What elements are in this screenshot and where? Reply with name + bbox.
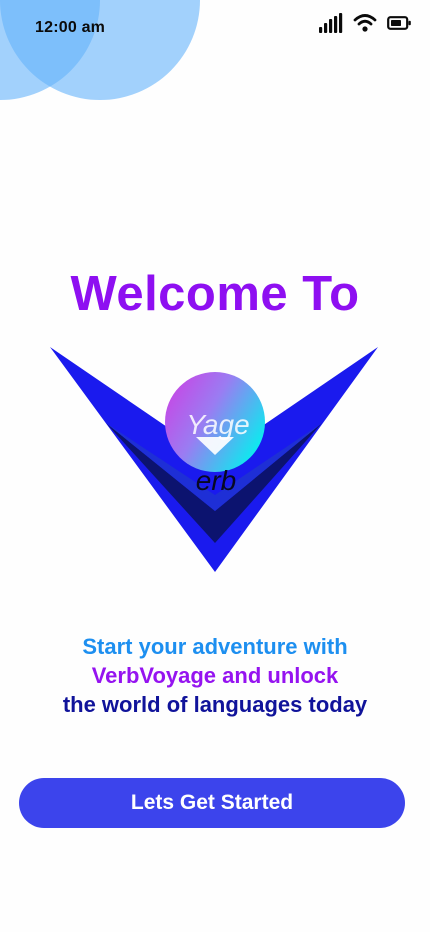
tagline-line-3: the world of languages today: [62, 692, 368, 717]
get-started-button[interactable]: Lets Get Started: [19, 778, 405, 828]
tagline-line-1: Start your adventure with: [82, 634, 348, 659]
wifi-icon: [353, 13, 377, 33]
tagline-line-2: VerbVoyage and unlock: [91, 663, 339, 688]
welcome-title: Welcome To: [70, 267, 360, 321]
verbvoyage-logo: Yage erb: [50, 345, 380, 575]
battery-icon: [387, 15, 412, 31]
signal-icon: [319, 13, 343, 33]
status-time: 12:00 am: [35, 19, 106, 36]
tagline: Start your adventure with VerbVoyage and…: [0, 632, 430, 719]
status-bar: 12:00 am: [0, 0, 430, 58]
status-icons: [319, 13, 412, 33]
logo-bottom-text: erb: [196, 465, 236, 496]
logo-top-text: Yage: [186, 409, 249, 440]
welcome-screen: 12:00 am Welcome To Yage erb Start your …: [0, 0, 430, 932]
